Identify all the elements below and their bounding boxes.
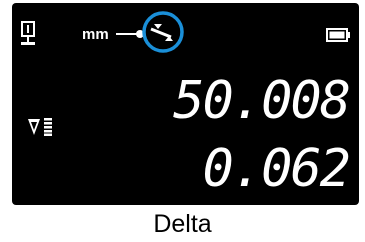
caption: Delta	[153, 210, 212, 238]
delta-symbol-icon	[28, 119, 40, 135]
highlight-ring	[142, 11, 184, 53]
delta-mode-icon[interactable]	[140, 5, 200, 59]
main-readout: 50.008	[173, 71, 351, 131]
delta-readout: 0.062	[202, 139, 351, 199]
unit-label: mm	[82, 26, 109, 43]
battery-icon	[326, 28, 350, 42]
instrument-display: mm 50.008 0.062	[12, 3, 359, 205]
bar-level-icon	[44, 118, 52, 136]
probe-icon	[21, 21, 35, 45]
